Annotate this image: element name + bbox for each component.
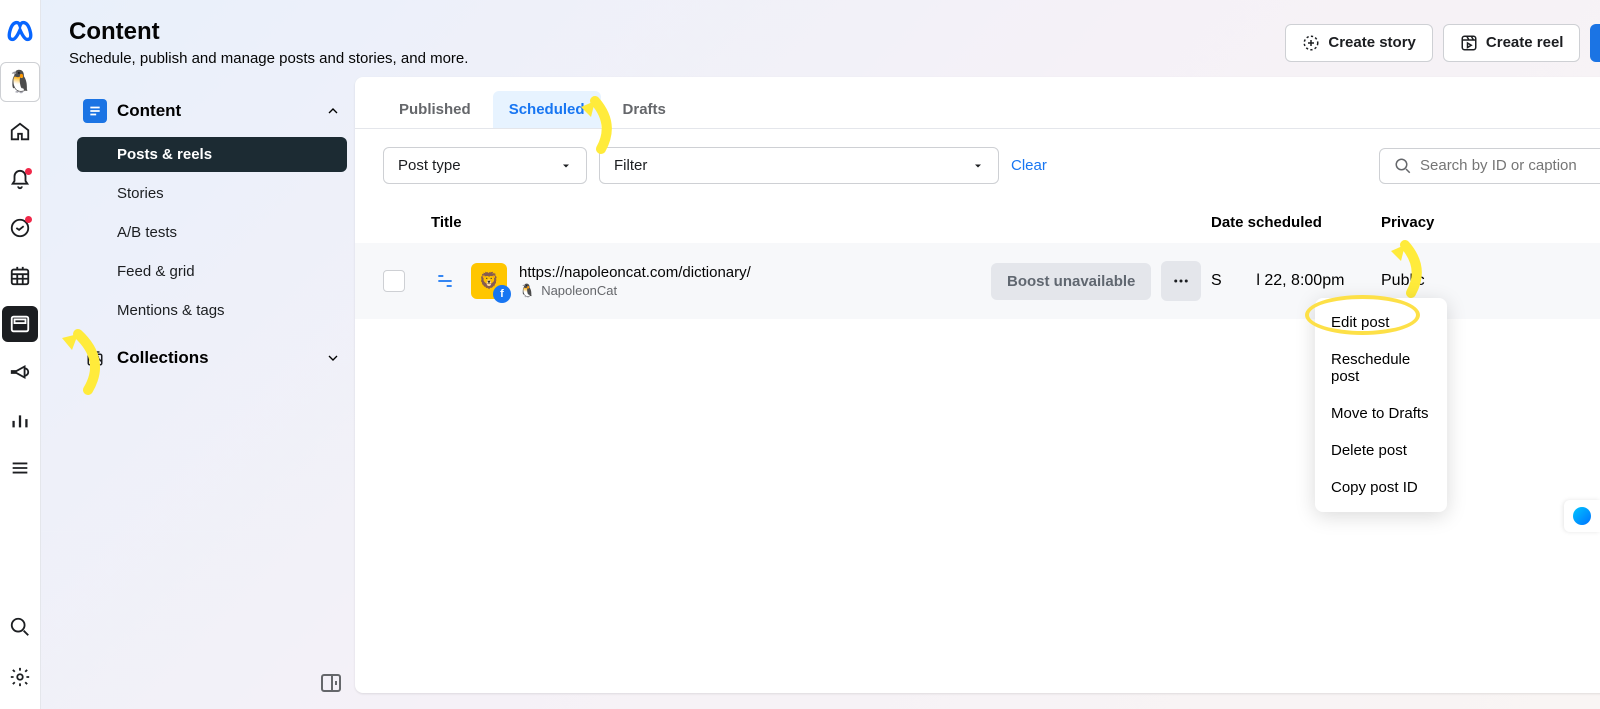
boost-button[interactable]: Boost unavailable	[991, 263, 1151, 300]
post-status	[1543, 271, 1600, 291]
ads-icon[interactable]	[2, 354, 38, 390]
sidebar-item-feed-grid[interactable]: Feed & grid	[77, 254, 347, 289]
inbox-dot	[25, 216, 32, 223]
sidebar-item-mentions-tags[interactable]: Mentions & tags	[77, 293, 347, 328]
tab-published[interactable]: Published	[383, 91, 487, 128]
content-icon[interactable]	[2, 306, 38, 342]
content-section-icon	[83, 99, 107, 123]
chevron-up-icon	[325, 103, 341, 119]
link-preview-icon	[431, 261, 459, 301]
menu-edit-post[interactable]: Edit post	[1315, 304, 1447, 341]
sidebar-item-ab-tests[interactable]: A/B tests	[77, 215, 347, 250]
filter-label: Filter	[614, 157, 647, 174]
more-actions-button[interactable]	[1161, 261, 1201, 301]
sidebar-section-collections-label: Collections	[117, 348, 315, 368]
menu-reschedule-post[interactable]: Reschedule post	[1315, 341, 1447, 395]
sidebar-item-posts-reels[interactable]: Posts & reels	[77, 137, 347, 172]
search-box[interactable]	[1379, 148, 1600, 184]
page-subtitle: Schedule, publish and manage posts and s…	[69, 50, 468, 67]
help-chat-button[interactable]	[1564, 500, 1600, 532]
home-icon[interactable]	[2, 114, 38, 150]
col-date: Date scheduled	[1211, 214, 1381, 231]
create-story-label: Create story	[1328, 34, 1416, 51]
menu-copy-post-id[interactable]: Copy post ID	[1315, 469, 1447, 506]
post-page-name: NapoleonCat	[541, 283, 617, 298]
create-story-button[interactable]: Create story	[1285, 24, 1433, 62]
col-privacy: Privacy	[1381, 214, 1543, 231]
menu-move-drafts[interactable]: Move to Drafts	[1315, 395, 1447, 432]
post-privacy: Public	[1381, 272, 1543, 290]
page-title: Content	[69, 18, 468, 46]
post-row: 🦁 f https://napoleoncat.com/dictionary/ …	[355, 243, 1600, 319]
left-nav-rail: 🐧	[0, 0, 41, 709]
create-reel-button[interactable]: Create reel	[1443, 24, 1581, 62]
create-reel-label: Create reel	[1486, 34, 1564, 51]
post-date-scheduled: Sat Jul 22, 8:00pm	[1211, 272, 1381, 290]
post-type-select[interactable]: Post type	[383, 147, 587, 184]
menu-delete-post[interactable]: Delete post	[1315, 432, 1447, 469]
settings-icon[interactable]	[2, 659, 38, 695]
inbox-icon[interactable]	[2, 210, 38, 246]
facebook-badge-icon: f	[493, 285, 511, 303]
sidebar-section-collections[interactable]: Collections	[69, 338, 355, 378]
account-avatar[interactable]: 🐧	[0, 62, 40, 102]
post-title: https://napoleoncat.com/dictionary/	[519, 264, 751, 281]
chevron-down-icon	[325, 350, 341, 366]
filter-row: Post type Filter Clear i	[355, 129, 1600, 202]
search-input[interactable]	[1420, 157, 1600, 174]
sidebar-section-content-label: Content	[117, 101, 315, 121]
tab-scheduled[interactable]: Scheduled	[493, 91, 601, 128]
collections-section-icon	[83, 346, 107, 370]
tabs: Published Scheduled Drafts	[355, 77, 1600, 129]
page-header: Content Schedule, publish and manage pos…	[41, 0, 1600, 77]
clear-filters-link[interactable]: Clear	[1011, 157, 1047, 174]
tab-drafts[interactable]: Drafts	[607, 91, 682, 128]
create-post-button[interactable]: Create post	[1590, 24, 1600, 62]
page-avatar: 🦁 f	[471, 263, 507, 299]
sidebar-item-stories[interactable]: Stories	[77, 176, 347, 211]
menu-icon[interactable]	[2, 450, 38, 486]
filter-select[interactable]: Filter	[599, 147, 999, 184]
col-title: Title	[431, 214, 991, 231]
post-type-label: Post type	[398, 157, 461, 174]
content-sidebar: Content Posts & reels Stories A/B tests …	[69, 77, 355, 709]
content-panel: Published Scheduled Drafts Post type Fil…	[355, 77, 1600, 693]
calendar-icon[interactable]	[2, 258, 38, 294]
sidebar-section-content[interactable]: Content	[69, 91, 355, 131]
post-actions-menu: Edit post Reschedule post Move to Drafts…	[1315, 298, 1447, 512]
col-status: Status	[1543, 214, 1600, 231]
search-icon[interactable]	[2, 609, 38, 645]
row-checkbox[interactable]	[383, 270, 405, 292]
notifications-icon[interactable]	[2, 162, 38, 198]
meta-logo[interactable]	[1, 12, 39, 50]
notification-dot	[25, 168, 32, 175]
insights-icon[interactable]	[2, 402, 38, 438]
collapse-sidebar-button[interactable]	[319, 671, 343, 695]
annotation-arrow-date	[1365, 233, 1435, 303]
page-mini-icon: 🐧	[519, 283, 535, 299]
table-header: Title Date scheduled Privacy Status	[355, 202, 1600, 243]
